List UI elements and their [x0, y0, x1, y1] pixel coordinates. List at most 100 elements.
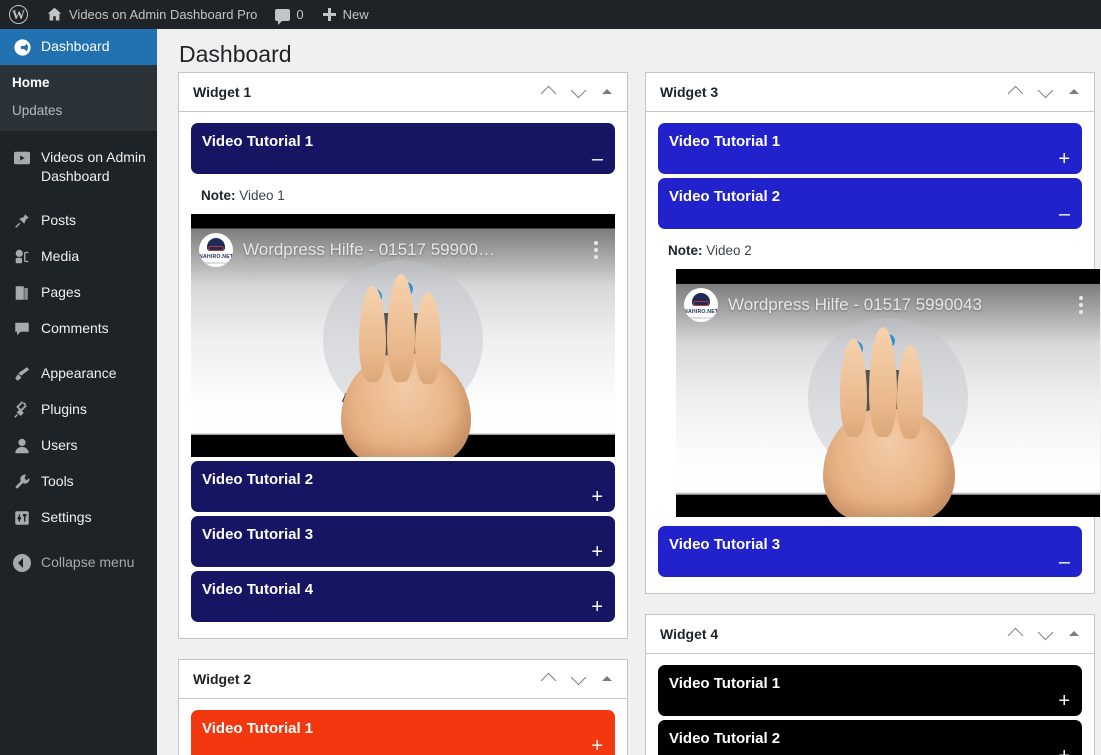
- accordion-toggle-sign: –: [1058, 203, 1070, 225]
- triangle-up-icon[interactable]: [599, 84, 615, 100]
- video-header: NAHIRO.NET WORDPRESS HILFE Wordpress Hil…: [191, 229, 615, 271]
- chevron-down-icon[interactable]: [1036, 82, 1056, 102]
- widget-1: Widget 1 Video Tutorial 1 – Note: Video …: [178, 72, 628, 639]
- widget-2-title: Widget 2: [193, 671, 252, 687]
- widget-4: Widget 4 Video Tutorial 1 + Video Tutori…: [645, 614, 1095, 755]
- page-title: Dashboard: [179, 41, 292, 67]
- widget-2-header: Widget 2: [179, 660, 627, 699]
- widget-1-title: Widget 1: [193, 84, 252, 100]
- widget-3-controls: [1006, 82, 1082, 102]
- sidebar-item-label: Appearance: [41, 365, 117, 381]
- comments-menu[interactable]: 0: [266, 0, 312, 29]
- menu-separator: [0, 536, 157, 545]
- sidebar-item-settings[interactable]: Settings: [0, 500, 157, 536]
- accordion-label: Video Tutorial 4: [202, 581, 314, 598]
- widget-3-title: Widget 3: [660, 84, 719, 100]
- collapse-arrow-icon: [12, 553, 32, 573]
- sidebar-item-plugins[interactable]: Plugins: [0, 392, 157, 428]
- accordion-label: Video Tutorial 2: [202, 471, 314, 488]
- wp-logo-menu[interactable]: W: [0, 0, 37, 29]
- dashboard-icon: [12, 37, 32, 57]
- triangle-up-icon[interactable]: [599, 671, 615, 687]
- sidebar-item-label: Posts: [41, 212, 77, 228]
- channel-avatar-name: NAHIRO.NET: [684, 308, 718, 315]
- accordion-label: Video Tutorial 3: [669, 536, 781, 553]
- sidebar-item-users[interactable]: Users: [0, 428, 157, 464]
- accordion-label: Video Tutorial 1: [202, 720, 314, 737]
- chevron-down-icon[interactable]: [569, 669, 589, 689]
- site-name-menu[interactable]: Videos on Admin Dashboard Pro: [37, 0, 266, 29]
- dashboard-submenu: Home Updates: [0, 65, 157, 131]
- widget-4-controls: [1006, 624, 1082, 644]
- accordion-toggle-sign: +: [1058, 148, 1070, 170]
- collapse-menu-button[interactable]: Collapse menu: [0, 545, 157, 581]
- pin-icon: [12, 211, 32, 231]
- sidebar-item-tools[interactable]: Tools: [0, 464, 157, 500]
- media-icon: [12, 247, 32, 267]
- admin-sidebar: Dashboard Home Updates Videos on Admin D…: [0, 29, 165, 755]
- more-options-icon[interactable]: [1072, 295, 1090, 314]
- accordion-item[interactable]: Video Tutorial 2 +: [191, 461, 615, 512]
- dashboard-content: Dashboard Widget 1 Video Tutorial 1 – No…: [157, 29, 1101, 755]
- plug-icon: [12, 400, 32, 420]
- chevron-up-icon[interactable]: [1006, 82, 1026, 102]
- accordion-item[interactable]: Video Tutorial 1 +: [658, 665, 1082, 716]
- accordion-toggle-sign: +: [591, 541, 603, 563]
- new-label: New: [342, 7, 369, 22]
- accordion-item[interactable]: Video Tutorial 1 –: [191, 123, 615, 174]
- chevron-up-icon[interactable]: [539, 82, 559, 102]
- video-header: NAHIRO.NET WORDPRESS HILFE Wordpress Hil…: [676, 284, 1100, 326]
- chevron-up-icon[interactable]: [1006, 624, 1026, 644]
- accordion-label: Video Tutorial 3: [202, 526, 314, 543]
- new-content-menu[interactable]: New: [313, 0, 378, 29]
- plus-icon: [322, 7, 337, 22]
- comment-icon: [12, 319, 32, 339]
- accordion-item[interactable]: Video Tutorial 2 +: [658, 720, 1082, 755]
- site-name-label: Videos on Admin Dashboard Pro: [69, 7, 258, 22]
- channel-avatar-name: NAHIRO.NET: [199, 253, 233, 260]
- sidebar-item-label: Media: [41, 248, 80, 264]
- video-top-bar: [676, 269, 1100, 283]
- accordion-item[interactable]: Video Tutorial 1 +: [658, 123, 1082, 174]
- video-note-label: Note:: [668, 243, 703, 258]
- accordion-label: Video Tutorial 1: [669, 133, 781, 150]
- chevron-down-icon[interactable]: [1036, 624, 1056, 644]
- accordion-label: Video Tutorial 2: [669, 730, 781, 747]
- chevron-down-icon[interactable]: [569, 82, 589, 102]
- sidebar-subitem-home[interactable]: Home: [0, 69, 157, 97]
- accordion-item[interactable]: Video Tutorial 2 –: [658, 178, 1082, 229]
- widget-1-body: Video Tutorial 1 – Note: Video 1 EINE: [179, 112, 627, 638]
- channel-avatar-sub: WORDPRESS HILFE: [203, 261, 229, 265]
- sidebar-item-pages[interactable]: Pages: [0, 275, 157, 311]
- video-player[interactable]: EINE ER AUSWÄ EN: [676, 269, 1100, 517]
- channel-avatar-sub: WORDPRESS HILFE: [688, 316, 714, 320]
- accordion-item[interactable]: Video Tutorial 3 +: [191, 516, 615, 567]
- sidebar-item-media[interactable]: Media: [0, 239, 157, 275]
- accordion-item[interactable]: Video Tutorial 1 +: [191, 710, 615, 755]
- video-player[interactable]: EINE ER AUSWÄ EN: [191, 214, 615, 457]
- channel-avatar: NAHIRO.NET WORDPRESS HILFE: [199, 232, 233, 267]
- widget-2: Widget 2 Video Tutorial 1 + Video Tutori…: [178, 659, 628, 755]
- video-top-bar: [191, 214, 615, 228]
- more-options-icon[interactable]: [587, 240, 605, 259]
- sidebar-subitem-updates[interactable]: Updates: [0, 97, 157, 125]
- video-title: Wordpress Hilfe - 01517 59900…: [243, 239, 495, 259]
- widget-2-body: Video Tutorial 1 + Video Tutorial 2 –: [179, 699, 627, 755]
- settings-sliders-icon: [12, 508, 32, 528]
- user-icon: [12, 436, 32, 456]
- widget-2-controls: [539, 669, 615, 689]
- accordion-item[interactable]: Video Tutorial 3 –: [658, 526, 1082, 577]
- sidebar-item-label: Tools: [41, 473, 74, 489]
- sidebar-item-posts[interactable]: Posts: [0, 203, 157, 239]
- collapse-menu-label: Collapse menu: [41, 554, 135, 570]
- triangle-up-icon[interactable]: [1066, 626, 1082, 642]
- sidebar-item-dashboard[interactable]: Dashboard: [0, 29, 165, 65]
- triangle-up-icon[interactable]: [1066, 84, 1082, 100]
- admin-bar: W Videos on Admin Dashboard Pro 0 New: [0, 0, 1101, 29]
- sidebar-item-comments[interactable]: Comments: [0, 311, 157, 347]
- video-note-label: Note:: [201, 188, 236, 203]
- sidebar-item-videos-on-admin-dashboard[interactable]: Videos on Admin Dashboard: [0, 140, 157, 194]
- sidebar-item-appearance[interactable]: Appearance: [0, 356, 157, 392]
- accordion-item[interactable]: Video Tutorial 4 +: [191, 571, 615, 622]
- chevron-up-icon[interactable]: [539, 669, 559, 689]
